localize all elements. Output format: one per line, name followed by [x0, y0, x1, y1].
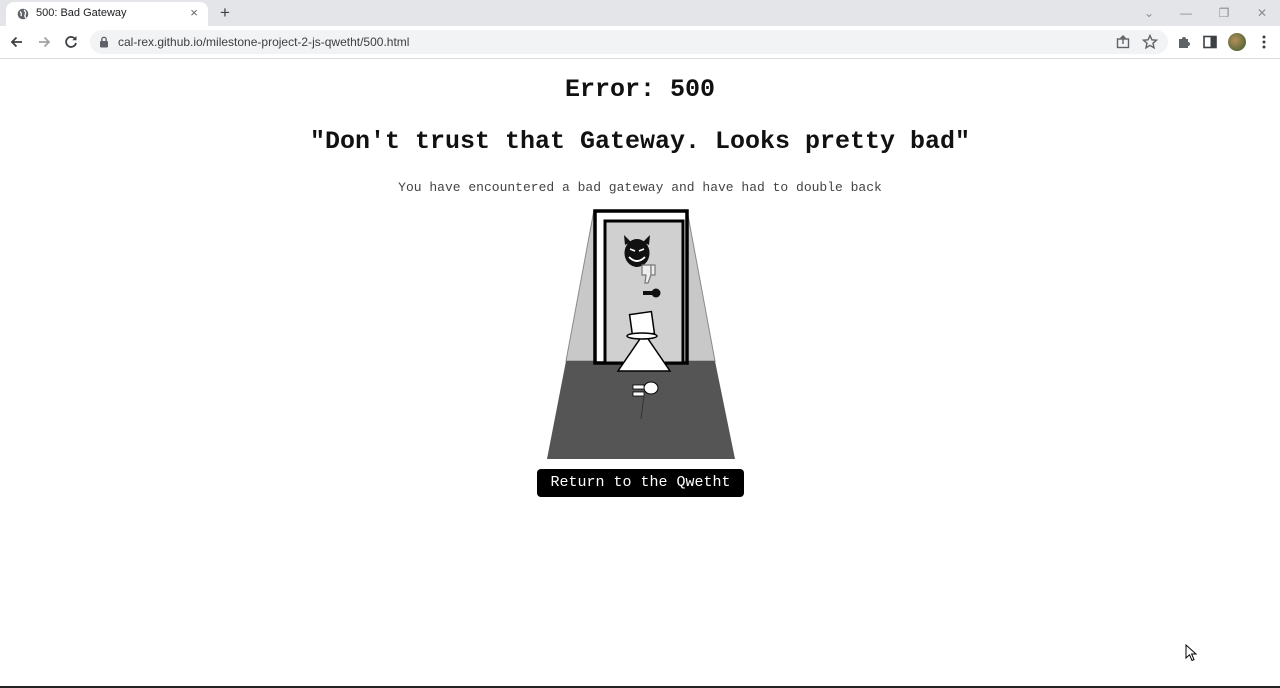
back-icon[interactable] [8, 33, 26, 51]
new-tab-button[interactable]: + [216, 4, 234, 22]
browser-toolbar: cal-rex.github.io/milestone-project-2-js… [0, 26, 1280, 59]
bad-gateway-illustration [547, 209, 735, 459]
forward-icon[interactable] [35, 33, 53, 51]
star-icon[interactable] [1141, 33, 1159, 51]
side-panel-icon[interactable] [1201, 33, 1219, 51]
minimize-button[interactable]: — [1177, 4, 1195, 22]
globe-icon [17, 8, 29, 20]
extensions-icon[interactable] [1175, 33, 1193, 51]
devil-face-icon [624, 235, 650, 267]
mouse-cursor-icon [1185, 644, 1197, 662]
error-subtitle: You have encountered a bad gateway and h… [398, 180, 882, 195]
restore-button[interactable]: ❐ [1215, 4, 1233, 22]
return-button[interactable]: Return to the Qwetht [537, 469, 744, 497]
share-icon[interactable] [1114, 33, 1132, 51]
lock-icon[interactable] [99, 36, 109, 48]
address-bar[interactable]: cal-rex.github.io/milestone-project-2-js… [90, 30, 1168, 54]
menu-icon[interactable] [1255, 33, 1273, 51]
error-title: Error: 500 [564, 75, 716, 104]
tab-title: 500: Bad Gateway [36, 7, 127, 19]
reload-icon[interactable] [62, 33, 80, 51]
page-content: Error: 500 "Don't trust that Gateway. Lo… [0, 59, 1280, 687]
profile-avatar[interactable] [1228, 33, 1246, 51]
tab-close-icon[interactable]: × [187, 6, 201, 20]
error-quote: "Don't trust that Gateway. Looks pretty … [309, 127, 971, 156]
tab-search-icon[interactable]: ⌄ [1140, 4, 1158, 22]
close-window-button[interactable]: ✕ [1253, 4, 1271, 22]
tab-strip: 500: Bad Gateway × + ⌄ — ❐ ✕ [0, 0, 1280, 26]
tab-active[interactable]: 500: Bad Gateway × [6, 2, 208, 26]
url-text: cal-rex.github.io/milestone-project-2-js… [118, 35, 410, 49]
